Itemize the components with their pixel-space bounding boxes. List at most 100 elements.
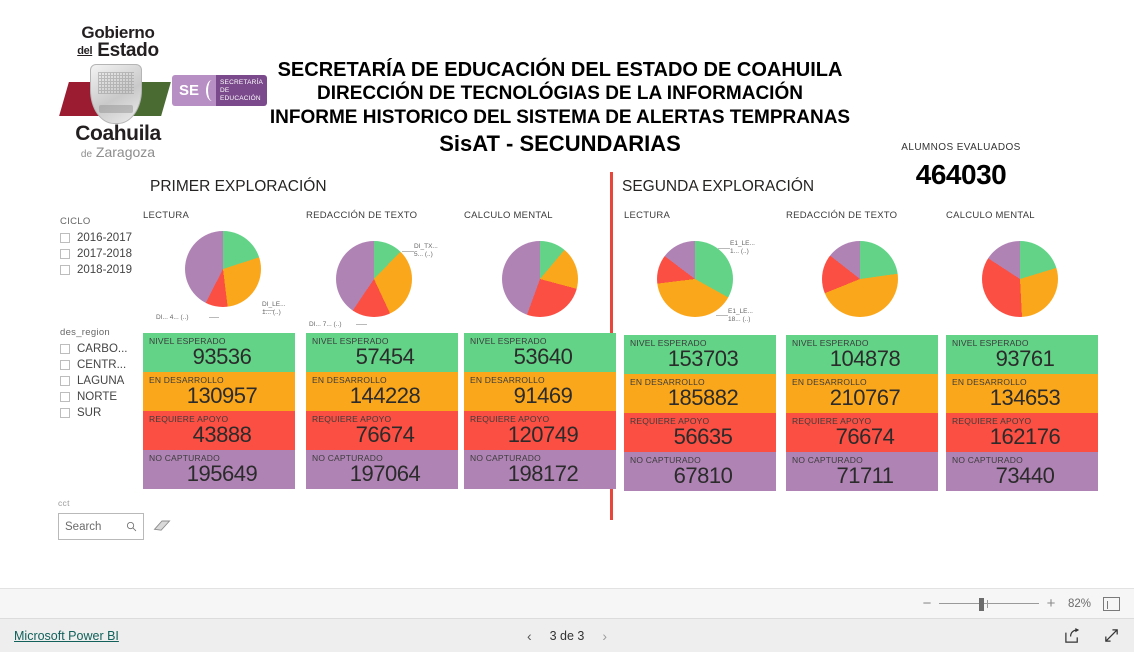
band-value: 67810 [673, 463, 733, 488]
pie-chart-e2-calculo[interactable] [946, 231, 1098, 331]
band-value: 93761 [995, 346, 1055, 371]
kpi-stack-e1-lectura: NIVEL ESPERADO 93536 EN DESARROLLO 13095… [143, 333, 295, 489]
card-group-e2-redaccion: REDACCIÓN DE TEXTO NIVEL ESPERADO 104878… [786, 210, 938, 491]
pie-chart-e1-calculo[interactable] [464, 229, 616, 329]
filter-label: CARBO... [77, 342, 128, 355]
band-value: 56635 [673, 424, 733, 449]
kpi-stack-e2-lectura: NIVEL ESPERADO 153703 EN DESARROLLO 1858… [624, 335, 776, 491]
pie-chart-e2-lectura[interactable]: E1_LE... 1... (..) E1_LE... 18... (..) [624, 231, 776, 331]
filter-item-region-norte[interactable]: NORTE [60, 389, 127, 404]
filter-item-region-sur[interactable]: SUR [60, 405, 127, 420]
filter-item-ciclo-2018-2019[interactable]: 2018-2019 [60, 262, 132, 277]
pie-label-line1: DI_TX... [414, 243, 438, 250]
band-no-capturado: NO CAPTURADO 67810 [624, 452, 776, 491]
checkbox-icon[interactable] [60, 343, 70, 354]
coahuila-government-logo: Gobierno del Estado Coahuila de Zaragoza [58, 24, 178, 160]
alumnos-evaluados-card: ALUMNOS EVALUADOS 464030 [875, 142, 1047, 191]
filter-item-ciclo-2016-2017[interactable]: 2016-2017 [60, 230, 132, 245]
cct-slicer-label: cct [58, 498, 70, 508]
checkbox-icon[interactable] [60, 359, 70, 370]
band-no-capturado: NO CAPTURADO 197064 [306, 450, 458, 489]
pie-label-right: DI_TX... 5... (..) [414, 243, 438, 259]
checkbox-icon[interactable] [60, 391, 70, 402]
pie-label-line2: 1... (..) [262, 309, 281, 316]
pie-leader-line [718, 248, 730, 249]
logo-estado-text: del Estado [58, 41, 178, 61]
alumnos-evaluados-label: ALUMNOS EVALUADOS [901, 142, 1021, 153]
fullscreen-icon[interactable] [1103, 627, 1120, 644]
checkbox-icon[interactable] [60, 248, 70, 259]
report-title-block: SECRETARÍA DE EDUCACIÓN DEL ESTADO DE CO… [180, 58, 940, 157]
alumnos-evaluados-value: 464030 [915, 159, 1007, 190]
checkbox-icon[interactable] [60, 264, 70, 275]
filter-item-region-laguna[interactable]: LAGUNA [60, 373, 127, 388]
eraser-icon[interactable] [152, 518, 172, 534]
section-title-segunda-exploracion: SEGUNDA EXPLORACIÓN [622, 178, 815, 195]
pie-chart-e1-redaccion[interactable]: DI_TX... 5... (..) DI... 7... (..) [306, 229, 458, 329]
search-placeholder-text: Search [65, 520, 102, 533]
status-bar-actions [1064, 627, 1120, 644]
kpi-stack-e1-redaccion: NIVEL ESPERADO 57454 EN DESARROLLO 14422… [306, 333, 458, 489]
fit-to-page-icon[interactable] [1103, 596, 1120, 611]
band-en-desarrollo: EN DESARROLLO 185882 [624, 374, 776, 413]
checkbox-icon[interactable] [60, 375, 70, 386]
logo-zaragoza-text: de Zaragoza [58, 145, 178, 162]
filter-label: 2018-2019 [77, 263, 132, 276]
chevron-right-icon[interactable]: › [602, 628, 607, 644]
pie-leader-line [716, 315, 728, 316]
logo-del-text: del [77, 45, 93, 57]
report-canvas: Gobierno del Estado Coahuila de Zaragoza… [0, 0, 1134, 588]
filter-list-ciclo: 2016-2017 2017-2018 2018-2019 [60, 230, 132, 278]
section-title-primer-exploracion: PRIMER EXPLORACIÓN [150, 178, 327, 195]
band-no-capturado: NO CAPTURADO 198172 [464, 450, 616, 489]
band-nivel-esperado: NIVEL ESPERADO 104878 [786, 335, 938, 374]
pie-label-line2: 5... (..) [414, 251, 433, 258]
filter-item-region-centro[interactable]: CENTR... [60, 357, 127, 372]
band-nivel-esperado: NIVEL ESPERADO 93536 [143, 333, 295, 372]
logo-estado-word: Estado [97, 40, 159, 61]
filter-item-region-carbonifera[interactable]: CARBO... [60, 341, 127, 356]
pie-label-line1: E1_LE... [730, 240, 755, 247]
power-bi-report-window: Gobierno del Estado Coahuila de Zaragoza… [0, 0, 1134, 652]
checkbox-icon[interactable] [60, 232, 70, 243]
pie-slices [185, 231, 261, 307]
card-group-e1-calculo: CALCULO MENTAL NIVEL ESPERADO 53640 EN D… [464, 210, 616, 489]
band-value: 73440 [995, 463, 1055, 488]
zoom-in-button[interactable]: + [1042, 595, 1060, 612]
band-value: 43888 [192, 422, 252, 447]
band-value: 144228 [349, 383, 421, 408]
filter-item-ciclo-2017-2018[interactable]: 2017-2018 [60, 246, 132, 261]
group-title: LECTURA [624, 210, 671, 221]
title-line-1: SECRETARÍA DE EDUCACIÓN DEL ESTADO DE CO… [277, 59, 843, 81]
band-en-desarrollo: EN DESARROLLO 210767 [786, 374, 938, 413]
card-group-e1-lectura: LECTURA DI_LE... 1... (..) DI... 4... (.… [143, 210, 295, 489]
filter-label: 2016-2017 [77, 231, 132, 244]
chevron-left-icon[interactable]: ‹ [527, 628, 532, 644]
band-requiere-apoyo: REQUIERE APOYO 43888 [143, 411, 295, 450]
band-value: 198172 [507, 461, 579, 486]
search-icon[interactable] [126, 521, 137, 532]
card-group-e1-redaccion: REDACCIÓN DE TEXTO DI_TX... 5... (..) DI… [306, 210, 458, 489]
zoom-out-button[interactable]: − [918, 595, 936, 612]
zoom-slider[interactable] [938, 597, 1039, 611]
share-icon[interactable] [1064, 627, 1081, 644]
filter-title-des-region: des_region [60, 327, 111, 338]
zoom-slider-thumb[interactable] [978, 597, 984, 611]
group-title: CALCULO MENTAL [946, 210, 1035, 221]
band-en-desarrollo: EN DESARROLLO 144228 [306, 372, 458, 411]
band-en-desarrollo: EN DESARROLLO 91469 [464, 372, 616, 411]
pie-slices [657, 241, 733, 317]
zoom-slider-track [938, 602, 1039, 604]
checkbox-icon[interactable] [60, 407, 70, 418]
pie-label-left: DI... 7... (..) [309, 321, 342, 329]
pie-label-left: DI... 4... (..) [156, 314, 189, 322]
zoom-slider-tick [986, 599, 988, 608]
pie-chart-e1-lectura[interactable]: DI_LE... 1... (..) DI... 4... (..) [143, 229, 295, 329]
pie-label-right: DI_LE... 1... (..) [262, 301, 285, 317]
kpi-stack-e2-calculo: NIVEL ESPERADO 93761 EN DESARROLLO 13465… [946, 335, 1098, 491]
pie-label-line1: DI... 7... (..) [309, 321, 342, 328]
microsoft-power-bi-link[interactable]: Microsoft Power BI [14, 629, 119, 643]
pie-chart-e2-redaccion[interactable] [786, 231, 938, 331]
cct-search-input[interactable]: Search [58, 513, 144, 540]
band-value: 153703 [667, 346, 739, 371]
